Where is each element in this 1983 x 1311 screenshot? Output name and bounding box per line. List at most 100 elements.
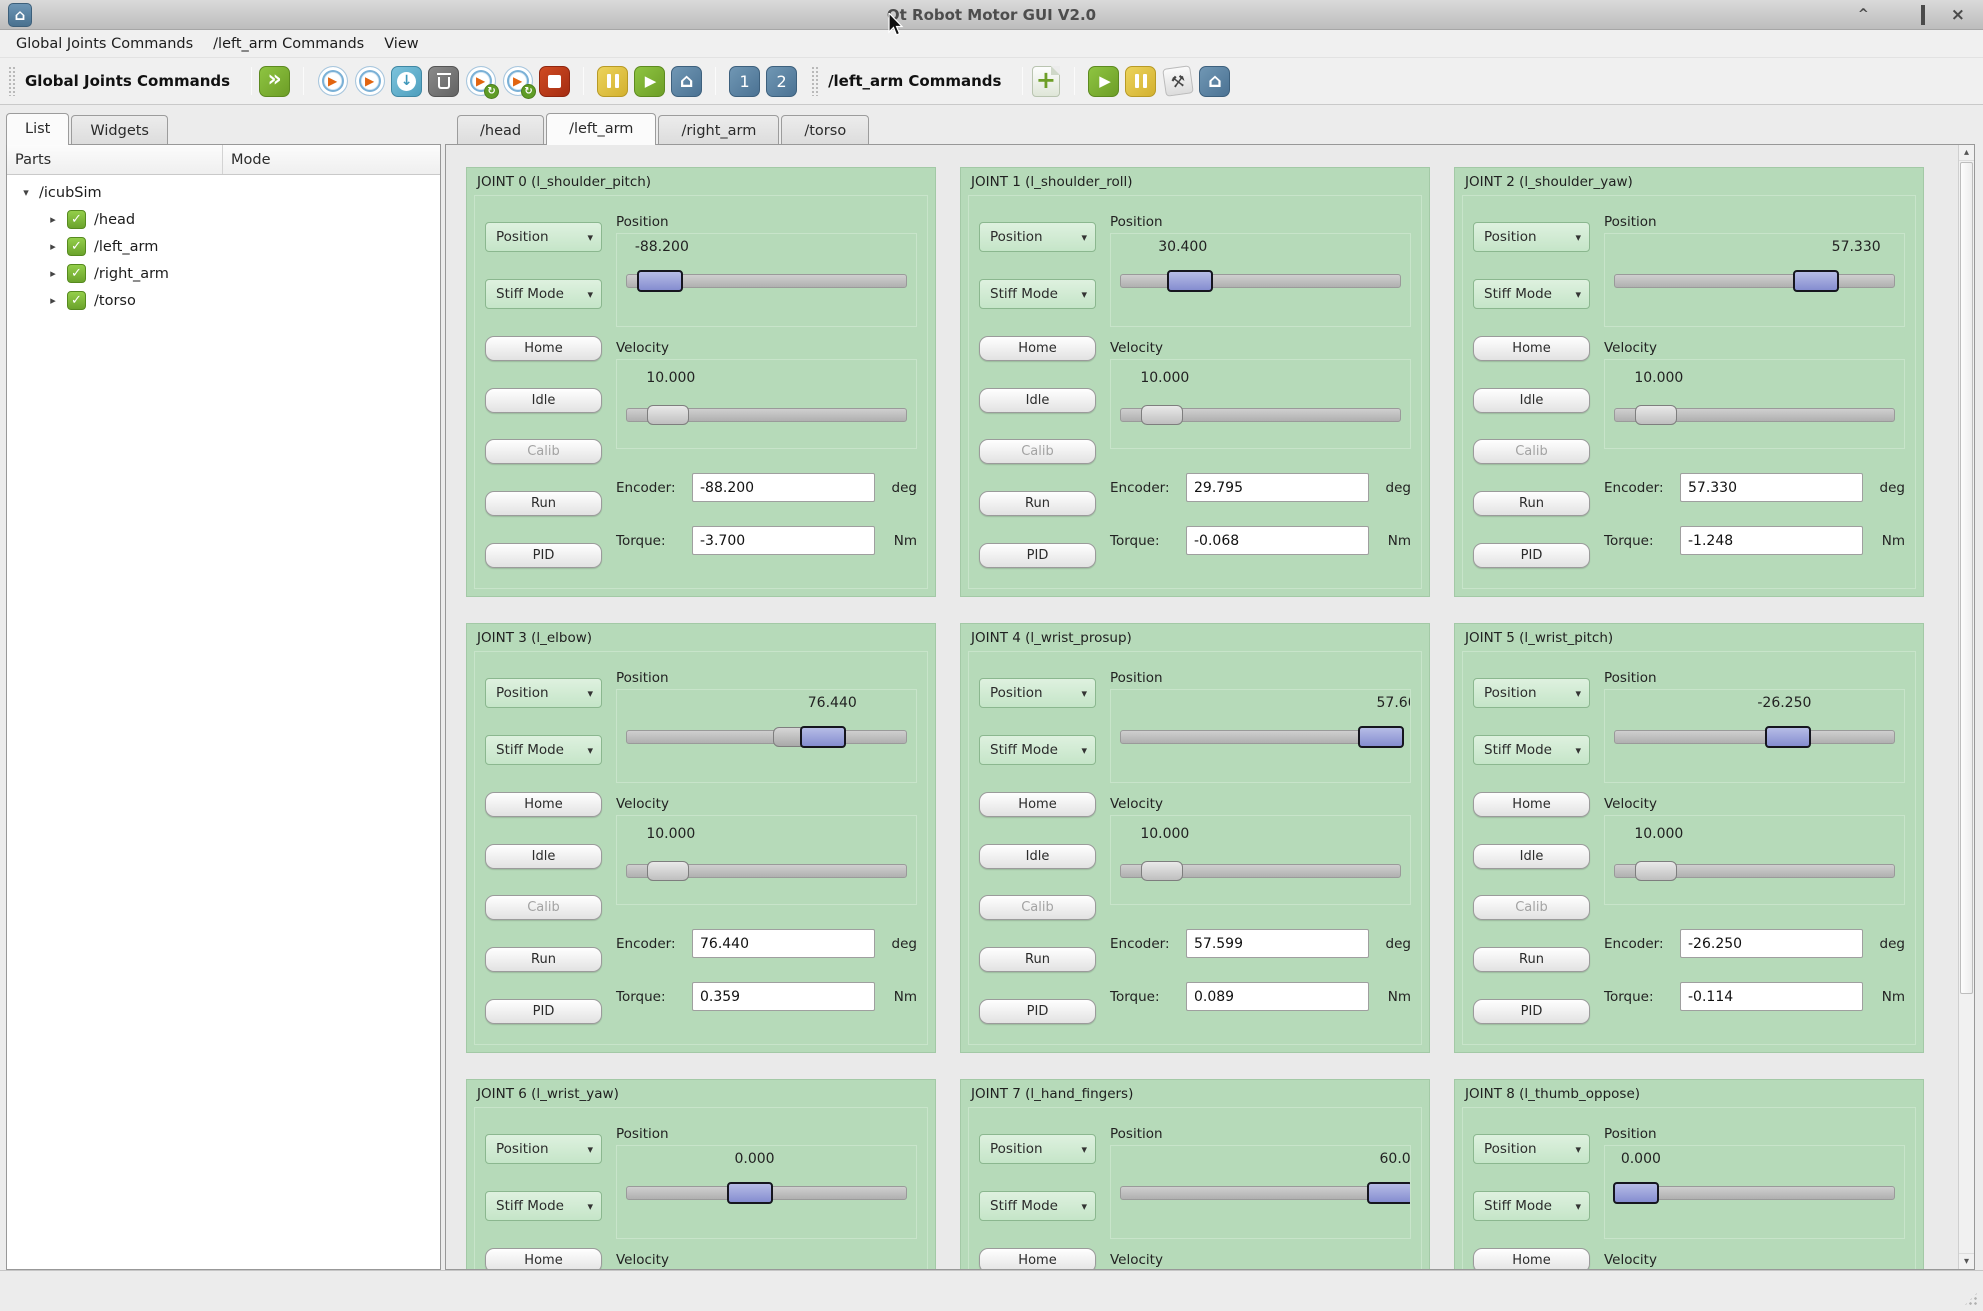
run-button[interactable]: Run (979, 947, 1096, 972)
home-button[interactable]: Home (485, 336, 602, 361)
menu-view[interactable]: View (374, 32, 428, 56)
position-slider[interactable] (1120, 270, 1401, 292)
checkbox-right-arm[interactable]: ✓ (67, 264, 86, 283)
slider-track[interactable] (1614, 730, 1895, 744)
interaction-mode-select[interactable]: Stiff Mode ▾ (1473, 279, 1590, 309)
run-all-parts-button[interactable]: » (259, 66, 290, 97)
home-button[interactable]: Home (485, 1248, 602, 1269)
control-mode-select[interactable]: Position ▾ (1473, 678, 1590, 708)
play-part-button[interactable]: ▶ (1088, 66, 1119, 97)
position-slider[interactable] (1614, 270, 1895, 292)
home-button[interactable]: Home (1473, 1248, 1590, 1269)
tab-right-arm[interactable]: /right_arm (658, 115, 779, 145)
pause-all-button[interactable] (597, 66, 628, 97)
toolbar-drag-handle[interactable] (8, 66, 17, 96)
velocity-slider[interactable] (1614, 860, 1895, 882)
position-slider[interactable] (1120, 726, 1401, 748)
tree-collapsed-icon[interactable]: ▸ (46, 213, 60, 226)
pause-part-button[interactable] (1125, 66, 1156, 97)
tools-part-button[interactable]: ⚒ (1162, 66, 1193, 97)
home-button[interactable]: Home (979, 792, 1096, 817)
go-to-position-all-button[interactable]: ▶ (317, 66, 348, 97)
cycle-all-button[interactable]: ▶↻ (465, 66, 496, 97)
home-part-button[interactable]: ⌂ (1199, 66, 1230, 97)
home-button[interactable]: Home (979, 336, 1096, 361)
tab-head[interactable]: /head (457, 115, 544, 145)
checkbox-torso[interactable]: ✓ (67, 291, 86, 310)
encoder-input[interactable] (692, 929, 875, 958)
interaction-mode-select[interactable]: Stiff Mode ▾ (485, 735, 602, 765)
position-slider-handle[interactable] (637, 270, 683, 292)
interaction-mode-select[interactable]: Stiff Mode ▾ (485, 1191, 602, 1221)
resize-grip[interactable] (1963, 1291, 1979, 1307)
position-slider-handle[interactable] (800, 726, 846, 748)
position-slider-handle[interactable] (1367, 1182, 1411, 1204)
run-button[interactable]: Run (1473, 947, 1590, 972)
position-slider[interactable] (626, 1182, 907, 1204)
pid-button[interactable]: PID (1473, 999, 1590, 1024)
control-mode-select[interactable]: Position ▾ (979, 1134, 1096, 1164)
encoder-input[interactable] (1186, 473, 1369, 502)
torque-input[interactable] (1680, 982, 1863, 1011)
stop-all-button[interactable] (539, 66, 570, 97)
velocity-slider[interactable] (1614, 404, 1895, 426)
tab-torso[interactable]: /torso (781, 115, 869, 145)
velocity-slider[interactable] (1120, 404, 1401, 426)
add-sequence-button[interactable]: + (1030, 66, 1061, 97)
torque-input[interactable] (692, 526, 875, 555)
torque-input[interactable] (1680, 526, 1863, 555)
home-button[interactable]: Home (1473, 792, 1590, 817)
encoder-input[interactable] (1186, 929, 1369, 958)
tab-widgets[interactable]: Widgets (71, 115, 168, 145)
velocity-slider-handle[interactable] (647, 861, 689, 881)
home-all-button[interactable]: ⌂ (671, 66, 702, 97)
custom-position-1-button[interactable]: 1 (729, 66, 760, 97)
checkbox-left-arm[interactable]: ✓ (67, 237, 86, 256)
encoder-input[interactable] (1680, 929, 1863, 958)
position-slider-handle[interactable] (1358, 726, 1404, 748)
idle-button[interactable]: Idle (485, 388, 602, 413)
pid-button[interactable]: PID (1473, 543, 1590, 568)
shade-window-button[interactable]: ^ (1858, 8, 1869, 22)
velocity-slider-handle[interactable] (1141, 405, 1183, 425)
column-header-parts[interactable]: Parts (7, 145, 223, 174)
run-button[interactable]: Run (485, 491, 602, 516)
tree-item-head[interactable]: ▸ ✓ /head (7, 206, 440, 233)
tree-expand-icon[interactable]: ▾ (19, 186, 33, 199)
position-slider[interactable] (626, 726, 907, 748)
control-mode-select[interactable]: Position ▾ (979, 678, 1096, 708)
tree-item-right-arm[interactable]: ▸ ✓ /right_arm (7, 260, 440, 287)
home-button[interactable]: Home (1473, 336, 1590, 361)
velocity-slider-handle[interactable] (1141, 861, 1183, 881)
menu-global-joints-commands[interactable]: Global Joints Commands (6, 32, 203, 56)
calib-button[interactable]: Calib (979, 895, 1096, 920)
calib-button[interactable]: Calib (1473, 895, 1590, 920)
tree-item-left-arm[interactable]: ▸ ✓ /left_arm (7, 233, 440, 260)
pid-button[interactable]: PID (485, 543, 602, 568)
control-mode-select[interactable]: Position ▾ (979, 222, 1096, 252)
idle-button[interactable]: Idle (485, 844, 602, 869)
toolbar-drag-handle[interactable] (811, 66, 820, 96)
slider-track[interactable] (626, 730, 907, 744)
vertical-scrollbar[interactable]: ▴ ▾ (1958, 145, 1974, 1269)
calib-button[interactable]: Calib (485, 439, 602, 464)
velocity-slider[interactable] (626, 404, 907, 426)
play-all-button[interactable]: ▶ (634, 66, 665, 97)
torque-input[interactable] (1186, 982, 1369, 1011)
scroll-up-button[interactable]: ▴ (1959, 145, 1974, 161)
interaction-mode-select[interactable]: Stiff Mode ▾ (485, 279, 602, 309)
pid-button[interactable]: PID (979, 999, 1096, 1024)
control-mode-select[interactable]: Position ▾ (485, 1134, 602, 1164)
column-header-mode[interactable]: Mode (223, 152, 271, 168)
slider-track[interactable] (1614, 274, 1895, 288)
close-button[interactable]: × (1951, 8, 1965, 22)
cycle-all-seq-button[interactable]: ▶↻ (502, 66, 533, 97)
velocity-slider-handle[interactable] (1635, 861, 1677, 881)
control-mode-select[interactable]: Position ▾ (485, 222, 602, 252)
tree-collapsed-icon[interactable]: ▸ (46, 294, 60, 307)
velocity-slider-handle[interactable] (1635, 405, 1677, 425)
position-slider-handle[interactable] (1765, 726, 1811, 748)
position-slider[interactable] (1614, 1182, 1895, 1204)
control-mode-select[interactable]: Position ▾ (1473, 222, 1590, 252)
encoder-input[interactable] (692, 473, 875, 502)
